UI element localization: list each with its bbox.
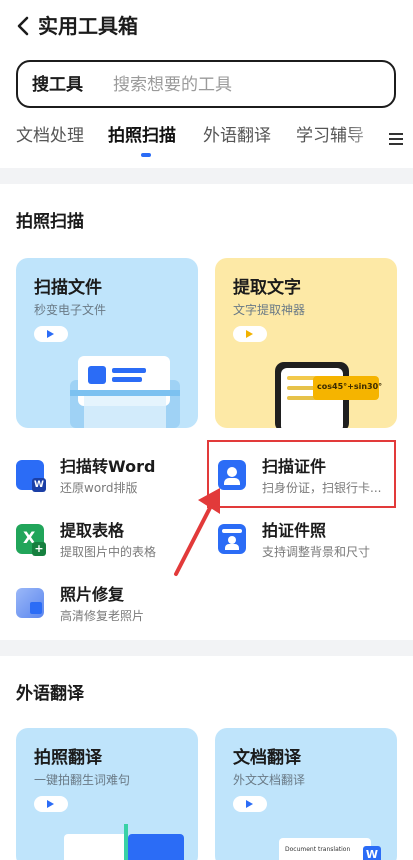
go-arrow-icon	[34, 326, 68, 342]
menu-icon[interactable]	[387, 130, 407, 150]
tool-photo-restore[interactable]: 照片修复 高清修复老照片	[16, 580, 206, 636]
tool-id-photo[interactable]: 拍证件照 支持调整背景和尺寸	[218, 516, 408, 572]
tab-scan[interactable]: 拍照扫描	[108, 124, 176, 148]
card-photo-translate[interactable]: 拍照翻译 一键拍翻生词难句	[16, 728, 198, 860]
tool-name: 扫描转Word	[60, 457, 156, 476]
highlight-box	[207, 440, 396, 508]
document-label: Document translation	[285, 846, 351, 853]
go-arrow-icon	[233, 326, 267, 342]
search-placeholder: 搜索想要的工具	[113, 75, 232, 95]
card-title: 提取文字	[233, 278, 301, 298]
top-bar: 实用工具箱 搜工具 搜索想要的工具 文档处理 拍照扫描 外语翻译 学习辅导	[0, 0, 413, 168]
card-subtitle: 外文文档翻译	[233, 773, 306, 787]
excel-icon: X +	[16, 524, 46, 556]
go-arrow-icon	[233, 796, 267, 812]
word-badge-icon: W	[363, 846, 381, 860]
scanner-illustration-icon	[70, 356, 180, 428]
active-tab-indicator	[141, 153, 151, 157]
category-tabs: 文档处理 拍照扫描 外语翻译 学习辅导	[0, 120, 413, 164]
photo-translate-illustration-icon	[64, 824, 184, 860]
document-preview: Document translation	[279, 838, 371, 860]
section-title-scan: 拍照扫描	[16, 212, 84, 232]
phone-ocr-illustration-icon	[275, 362, 379, 428]
card-title: 拍照翻译	[34, 748, 102, 768]
tool-name: 拍证件照	[262, 521, 327, 540]
photo-restore-icon	[16, 588, 44, 618]
page-title: 实用工具箱	[38, 14, 138, 38]
tool-desc: 高清修复老照片	[60, 609, 145, 623]
tab-document[interactable]: 文档处理	[16, 124, 84, 148]
tool-desc: 提取图片中的表格	[60, 545, 157, 559]
tool-name: 照片修复	[60, 585, 125, 604]
tool-desc: 支持调整背景和尺寸	[262, 545, 371, 559]
translate-section: 外语翻译 拍照翻译 一键拍翻生词难句 文档翻译 外文文档翻译 Document …	[0, 656, 413, 860]
tab-fade	[345, 120, 385, 164]
formula-label: cos45°+sin30°	[317, 382, 383, 391]
card-extract-text[interactable]: 提取文字 文字提取神器 cos45°+sin30°	[215, 258, 397, 428]
word-icon: W	[16, 460, 46, 492]
search-brand-label: 搜工具	[32, 75, 83, 95]
card-scan-file[interactable]: 扫描文件 秒变电子文件	[16, 258, 198, 428]
card-subtitle: 秒变电子文件	[34, 303, 107, 317]
card-title: 文档翻译	[233, 748, 301, 768]
card-subtitle: 一键拍翻生词难句	[34, 773, 131, 787]
card-subtitle: 文字提取神器	[233, 303, 306, 317]
tool-name: 提取表格	[60, 521, 125, 540]
tab-translate[interactable]: 外语翻译	[203, 124, 271, 148]
card-document-translate[interactable]: 文档翻译 外文文档翻译 Document translation W	[215, 728, 397, 860]
back-arrow-icon[interactable]	[14, 14, 34, 38]
card-title: 扫描文件	[34, 278, 102, 298]
section-title-translate: 外语翻译	[16, 684, 84, 704]
go-arrow-icon	[34, 796, 68, 812]
annotation-arrow-icon	[174, 488, 220, 576]
search-input[interactable]: 搜工具 搜索想要的工具	[16, 60, 396, 108]
tool-desc: 还原word排版	[60, 481, 138, 495]
